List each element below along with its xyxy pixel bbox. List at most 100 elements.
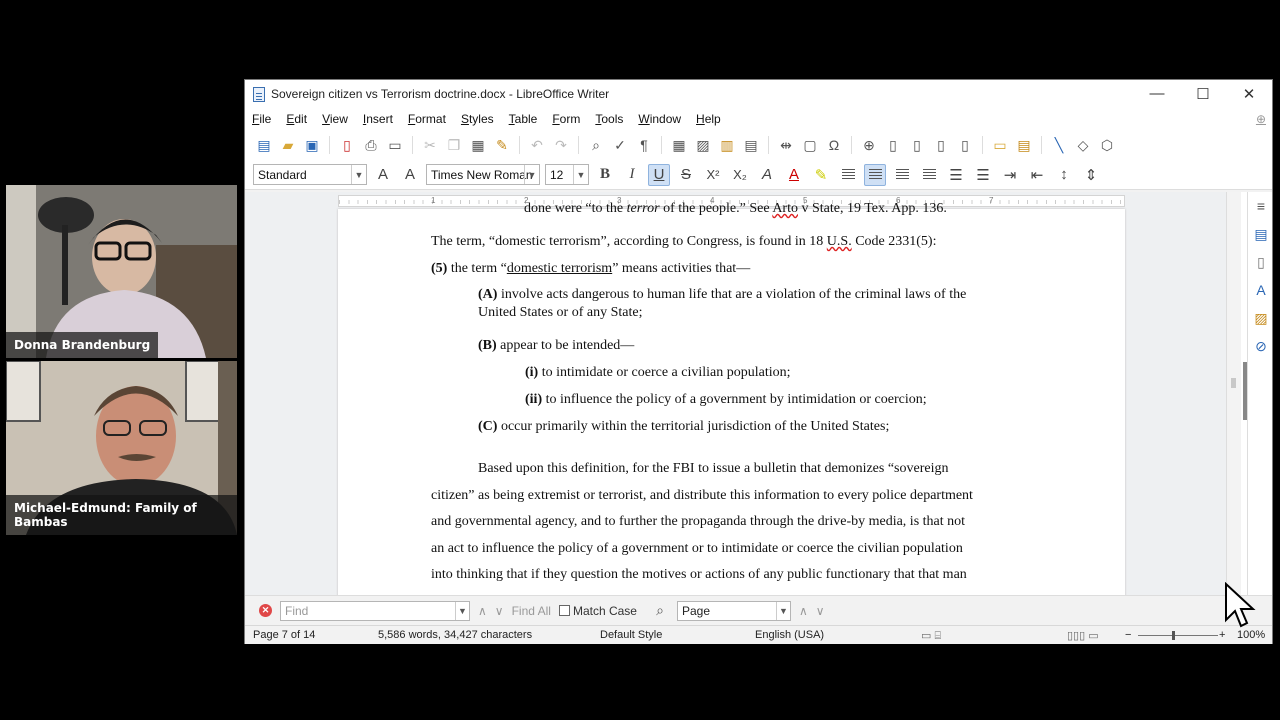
justify-button[interactable] — [918, 164, 940, 186]
clear-formatting-icon[interactable]: A — [756, 164, 778, 186]
increase-indent-icon[interactable]: ⇥ — [999, 164, 1021, 186]
save-icon[interactable]: ▣ — [303, 136, 321, 154]
superscript-button[interactable]: X² — [702, 164, 724, 186]
clone-formatting-icon[interactable]: ✎ — [493, 136, 511, 154]
find-all-button[interactable]: Find All — [512, 604, 551, 618]
gallery-icon[interactable]: ▨ — [1249, 304, 1273, 332]
close-find-bar-icon[interactable]: ✕ — [259, 604, 272, 617]
navigator-icon[interactable]: ⊘ — [1249, 332, 1273, 360]
chevron-down-icon[interactable]: ▼ — [455, 601, 469, 620]
document-page[interactable]: done were “to the terror of the people.”… — [338, 201, 1125, 595]
menu-table[interactable]: Table — [509, 112, 538, 126]
font-size-select[interactable]: 12 ▼ — [545, 164, 589, 185]
zoom-in-icon[interactable]: + — [1219, 629, 1225, 641]
bookmark-icon[interactable]: ▯ — [932, 136, 950, 154]
chevron-down-icon[interactable]: ▼ — [775, 601, 790, 620]
page-break-icon[interactable]: ⇹ — [777, 136, 795, 154]
globe-icon[interactable]: ⊕ — [1256, 112, 1266, 126]
endnote-icon[interactable]: ▯ — [908, 136, 926, 154]
find-input[interactable]: Find ▼ — [280, 600, 470, 621]
subscript-button[interactable]: X₂ — [729, 164, 751, 186]
paragraph-style-select[interactable]: Standard ▼ — [253, 164, 367, 185]
open-folder-icon[interactable]: ▰ — [279, 136, 297, 154]
find-next-icon[interactable]: ∨ — [495, 604, 504, 618]
menu-view[interactable]: View — [322, 112, 348, 126]
find-previous-icon[interactable]: ∧ — [478, 604, 487, 618]
insert-image-icon[interactable]: ▨ — [694, 136, 712, 154]
video-tile-donna[interactable]: Donna Brandenburg — [6, 185, 237, 358]
vertical-scrollbar[interactable] — [1227, 192, 1241, 595]
special-character-icon[interactable]: Ω — [825, 136, 843, 154]
footnote-icon[interactable]: ▯ — [884, 136, 902, 154]
menu-window[interactable]: Window — [638, 112, 681, 126]
paste-icon[interactable]: ▦ — [469, 136, 487, 154]
numbered-list-icon[interactable]: ☰ — [972, 164, 994, 186]
decrease-indent-icon[interactable]: ⇤ — [1026, 164, 1048, 186]
line-icon[interactable]: ╲ — [1050, 136, 1068, 154]
bold-button[interactable]: B — [594, 164, 616, 186]
menu-file[interactable]: File — [252, 112, 271, 126]
maximize-button[interactable]: ☐ — [1180, 85, 1226, 103]
align-center-button[interactable] — [864, 163, 886, 186]
bullet-list-icon[interactable]: ☰ — [945, 164, 967, 186]
cross-reference-icon[interactable]: ▯ — [956, 136, 974, 154]
print-preview-icon[interactable]: ▭ — [386, 136, 404, 154]
find-replace-icon[interactable]: ⌕ — [587, 136, 605, 154]
track-changes-icon[interactable]: ▤ — [1015, 136, 1033, 154]
align-left-button[interactable] — [837, 164, 859, 186]
comment-icon[interactable]: ▭ — [991, 136, 1009, 154]
menu-help[interactable]: Help — [696, 112, 721, 126]
menu-form[interactable]: Form — [552, 112, 580, 126]
paragraph-spacing-icon[interactable]: ⇕ — [1080, 164, 1102, 186]
match-case-checkbox[interactable]: Match Case — [558, 604, 637, 618]
export-pdf-icon[interactable]: ▯ — [338, 136, 356, 154]
formatting-marks-icon[interactable]: ¶ — [635, 136, 653, 154]
strikethrough-button[interactable]: S — [675, 164, 697, 186]
close-button[interactable]: ✕ — [1226, 85, 1272, 103]
new-document-icon[interactable]: ▤ — [255, 136, 273, 154]
insert-table-icon[interactable]: ▦ — [670, 136, 688, 154]
search-scope-select[interactable]: Page ▼ — [676, 600, 791, 621]
insert-field-icon[interactable]: ▢ — [801, 136, 819, 154]
find-replace-icon[interactable]: ⌕ — [651, 602, 669, 620]
insert-chart-icon[interactable]: ▥ — [718, 136, 736, 154]
language[interactable]: English (USA) — [755, 629, 824, 641]
page-count[interactable]: Page 7 of 14 — [253, 629, 315, 641]
properties-icon[interactable]: ▤ — [1249, 220, 1273, 248]
print-icon[interactable]: ⎙ — [362, 136, 380, 154]
word-count[interactable]: 5,586 words, 34,427 characters — [378, 629, 532, 641]
menu-tools[interactable]: Tools — [595, 112, 623, 126]
undo-icon[interactable]: ↶ — [528, 136, 546, 154]
font-name-select[interactable]: Times New Roman ▼ — [426, 164, 540, 185]
zoom-slider[interactable] — [1138, 635, 1218, 636]
zoom-slider-knob[interactable] — [1172, 631, 1175, 640]
zoom-out-icon[interactable]: − — [1125, 629, 1131, 641]
cut-icon[interactable]: ✂ — [421, 136, 439, 154]
menu-format[interactable]: Format — [408, 112, 446, 126]
spelling-icon[interactable]: ✓ — [611, 136, 629, 154]
previous-element-icon[interactable]: ∧ — [799, 604, 808, 618]
new-style-icon[interactable]: A — [399, 164, 421, 186]
font-color-icon[interactable]: A — [783, 164, 805, 186]
sidebar-menu-icon[interactable]: ≡ — [1249, 192, 1273, 220]
menu-edit[interactable]: Edit — [286, 112, 307, 126]
align-right-button[interactable] — [891, 164, 913, 186]
zoom-level[interactable]: 100% — [1237, 629, 1265, 641]
scrollbar-thumb[interactable] — [1231, 378, 1236, 388]
chevron-down-icon[interactable]: ▼ — [573, 165, 588, 184]
chevron-down-icon[interactable]: ▼ — [524, 165, 539, 184]
underline-button[interactable]: U — [648, 163, 670, 186]
italic-button[interactable]: I — [621, 164, 643, 186]
minimize-button[interactable]: — — [1134, 85, 1180, 103]
redo-icon[interactable]: ↷ — [552, 136, 570, 154]
video-tile-michael[interactable]: Michael-Edmund: Family of Bambas — [6, 361, 237, 535]
hyperlink-icon[interactable]: ⊕ — [860, 136, 878, 154]
draw-functions-icon[interactable]: ⬡ — [1098, 136, 1116, 154]
update-style-icon[interactable]: A — [372, 164, 394, 186]
line-spacing-icon[interactable]: ↕ — [1053, 164, 1075, 186]
menu-insert[interactable]: Insert — [363, 112, 393, 126]
chevron-down-icon[interactable]: ▼ — [351, 165, 366, 184]
sidebar-resize-handle[interactable] — [1243, 362, 1247, 420]
insert-textbox-icon[interactable]: ▤ — [742, 136, 760, 154]
menu-styles[interactable]: Styles — [461, 112, 494, 126]
